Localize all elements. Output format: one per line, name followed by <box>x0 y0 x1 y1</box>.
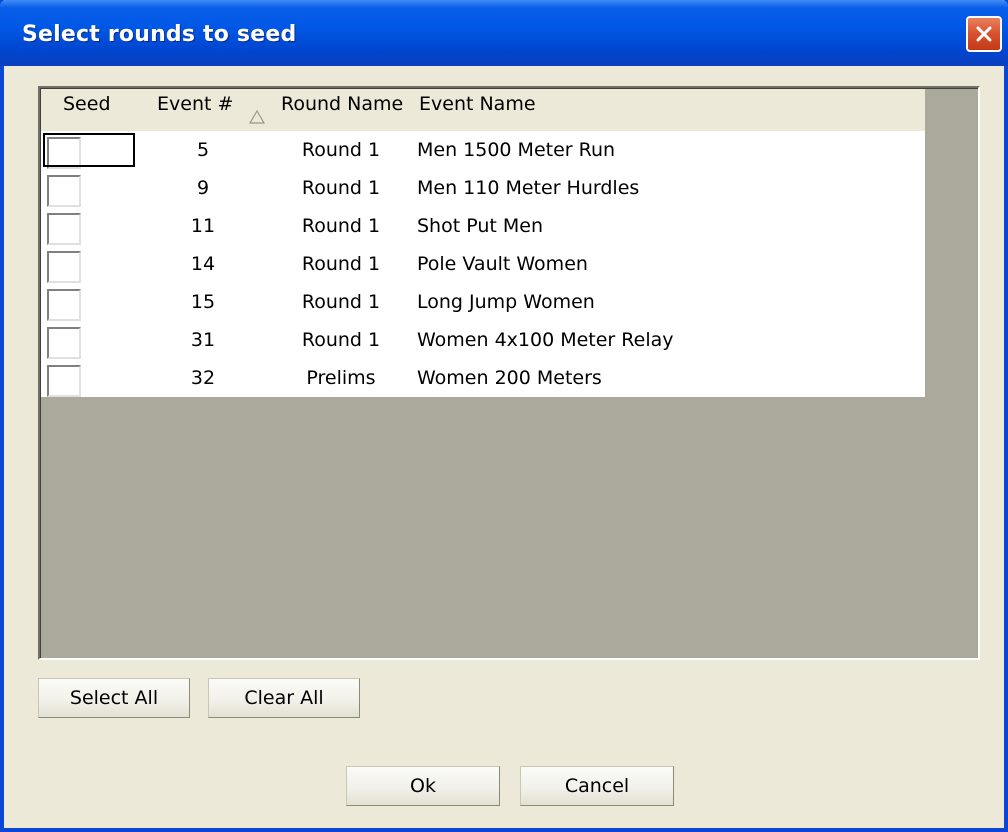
grid-header: Seed Event # Round Name Event Name <box>41 89 925 131</box>
cancel-button[interactable]: Cancel <box>520 766 674 806</box>
event-name-cell: Men 110 Meter Hurdles <box>417 177 640 199</box>
round-name-cell: Round 1 <box>301 253 381 275</box>
table-row[interactable]: 32 Prelims Women 200 Meters <box>41 359 925 397</box>
sort-ascending-icon <box>248 107 266 129</box>
event-number-cell: 11 <box>190 215 216 237</box>
title-bar[interactable]: Select rounds to seed <box>0 0 1008 66</box>
event-number-cell: 5 <box>196 139 210 161</box>
seed-checkbox[interactable] <box>47 327 81 359</box>
round-name-cell: Prelims <box>306 367 376 389</box>
grid-rows: 5 Round 1 Men 1500 Meter Run 9 Round 1 M… <box>41 131 925 397</box>
seed-checkbox[interactable] <box>47 175 81 207</box>
seed-checkbox[interactable] <box>47 289 81 321</box>
table-row[interactable]: 15 Round 1 Long Jump Women <box>41 283 925 321</box>
event-number-cell: 32 <box>190 367 216 389</box>
round-name-cell: Round 1 <box>301 177 381 199</box>
round-name-cell: Round 1 <box>301 139 381 161</box>
seed-checkbox[interactable] <box>47 251 81 283</box>
table-row[interactable]: 9 Round 1 Men 110 Meter Hurdles <box>41 169 925 207</box>
ok-button[interactable]: Ok <box>346 766 500 806</box>
table-row[interactable]: 14 Round 1 Pole Vault Women <box>41 245 925 283</box>
round-name-cell: Round 1 <box>301 215 381 237</box>
column-header-seed[interactable]: Seed <box>63 89 111 131</box>
event-number-cell: 31 <box>190 329 216 351</box>
grid-viewport: Seed Event # Round Name Event Name 5 Rou… <box>40 88 978 658</box>
window-title: Select rounds to seed <box>22 22 297 47</box>
close-icon <box>976 26 992 42</box>
event-name-cell: Long Jump Women <box>417 291 595 313</box>
event-number-cell: 14 <box>190 253 216 275</box>
rounds-grid[interactable]: Seed Event # Round Name Event Name 5 Rou… <box>38 86 980 660</box>
event-name-cell: Women 200 Meters <box>417 367 602 389</box>
select-all-button[interactable]: Select All <box>38 678 190 718</box>
seed-checkbox[interactable] <box>47 213 81 245</box>
column-header-event-number[interactable]: Event # <box>157 89 233 131</box>
clear-all-button[interactable]: Clear All <box>208 678 360 718</box>
event-name-cell: Women 4x100 Meter Relay <box>417 329 674 351</box>
column-header-round-name[interactable]: Round Name <box>281 89 403 131</box>
event-number-cell: 15 <box>190 291 216 313</box>
focus-rectangle <box>43 133 135 167</box>
close-button[interactable] <box>966 16 1002 52</box>
round-name-cell: Round 1 <box>301 291 381 313</box>
table-row[interactable]: 31 Round 1 Women 4x100 Meter Relay <box>41 321 925 359</box>
seed-checkbox[interactable] <box>47 365 81 397</box>
dialog-body: Seed Event # Round Name Event Name 5 Rou… <box>4 66 1004 828</box>
round-name-cell: Round 1 <box>301 329 381 351</box>
column-header-event-name[interactable]: Event Name <box>419 89 536 131</box>
event-name-cell: Shot Put Men <box>417 215 543 237</box>
table-row[interactable]: 5 Round 1 Men 1500 Meter Run <box>41 131 925 169</box>
table-row[interactable]: 11 Round 1 Shot Put Men <box>41 207 925 245</box>
event-name-cell: Men 1500 Meter Run <box>417 139 616 161</box>
event-number-cell: 9 <box>196 177 210 199</box>
event-name-cell: Pole Vault Women <box>417 253 588 275</box>
dialog-window: Select rounds to seed Seed Event # Round… <box>0 0 1008 832</box>
